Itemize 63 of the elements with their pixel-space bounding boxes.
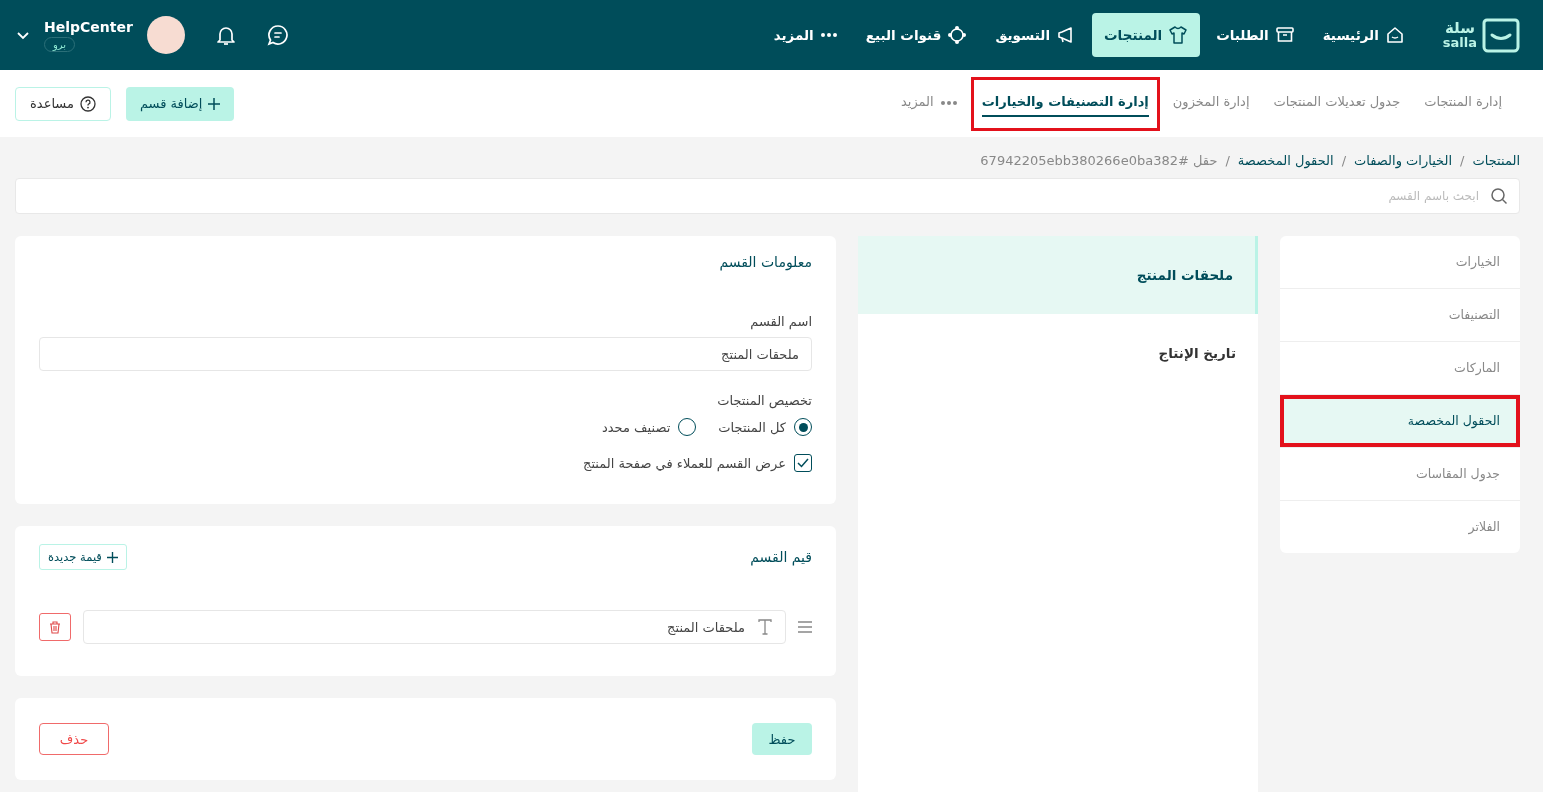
card-title: معلومات القسم — [718, 254, 812, 270]
checkbox[interactable] — [794, 454, 812, 472]
breadcrumb-separator: / — [1341, 153, 1347, 168]
checkbox-label: عرض القسم للعملاء في صفحة المنتج — [583, 455, 786, 471]
shirt-icon — [1168, 25, 1189, 45]
nav-item[interactable]: قنوات البيع — [853, 13, 980, 57]
delete-value-button[interactable] — [39, 613, 71, 641]
tab[interactable]: المزيد — [889, 76, 969, 131]
radio-label: تصنيف محدد — [602, 419, 671, 435]
avatar[interactable] — [146, 16, 185, 54]
search-field[interactable]: ابحث باسم القسم — [15, 178, 1520, 214]
breadcrumb-separator: / — [1460, 153, 1465, 168]
sidebar-item[interactable]: التصنيفات — [1280, 289, 1520, 342]
house-icon — [1384, 25, 1405, 45]
add-section-button[interactable]: إضافة قسم — [125, 86, 235, 121]
nav-item[interactable]: الرئيسية — [1310, 13, 1417, 57]
tab[interactable]: إدارة التصنيفات والخيارات — [970, 76, 1160, 131]
dots-icon — [819, 32, 838, 38]
logo-text: salla — [1442, 36, 1477, 49]
save-button[interactable]: حفظ — [752, 723, 812, 755]
plus-icon — [208, 97, 221, 110]
breadcrumb-link[interactable]: الحقول المخصصة — [1237, 153, 1334, 168]
nav-item[interactable]: الطلبات — [1204, 13, 1307, 57]
delete-button[interactable]: حذف — [39, 723, 109, 755]
sidebar-item[interactable]: جدول المقاسات — [1280, 448, 1520, 501]
drag-handle-icon[interactable] — [798, 621, 812, 633]
sidebar-item[interactable]: الحقول المخصصة — [1280, 395, 1520, 448]
dots-icon — [939, 100, 958, 106]
nav-item[interactable]: المنتجات — [1092, 13, 1201, 57]
tab[interactable]: إدارة المنتجات — [1413, 76, 1513, 131]
breadcrumb-current: حقل #67942205ebb380266e0ba382 — [980, 153, 1218, 168]
plus-icon — [106, 551, 118, 563]
breadcrumb-link[interactable]: المنتجات — [1472, 153, 1520, 168]
help-icon — [79, 95, 96, 112]
field-label: تخصيص المنتجات — [716, 393, 812, 408]
nav-item[interactable]: المزيد — [761, 13, 850, 57]
box-icon — [1274, 25, 1295, 45]
section-item[interactable]: تاريخ الإنتاج — [858, 314, 1258, 392]
smile-bag-icon — [1481, 16, 1521, 54]
bell-icon[interactable] — [214, 24, 237, 46]
tab[interactable]: إدارة المخزون — [1161, 76, 1261, 131]
nav-item[interactable]: التسويق — [983, 13, 1089, 57]
tab[interactable]: جدول تعديلات المنتجات — [1262, 76, 1412, 131]
help-button[interactable]: مساعدة — [15, 86, 111, 121]
field-label: اسم القسم — [749, 314, 812, 329]
new-value-button[interactable]: قيمة جديدة — [39, 544, 127, 570]
sidebar-item[interactable]: الفلاتر — [1280, 501, 1520, 553]
logo-text: سلة — [1444, 21, 1475, 36]
text-type-icon — [758, 619, 772, 635]
sidebar-item[interactable]: الخيارات — [1280, 236, 1520, 289]
user-name: HelpCenter — [44, 18, 133, 35]
breadcrumb-link[interactable]: الخيارات والصفات — [1354, 153, 1453, 168]
chat-icon[interactable] — [266, 24, 289, 46]
chevron-down-icon[interactable] — [16, 30, 30, 40]
section-item[interactable]: ملحقات المنتج — [858, 236, 1258, 314]
card-title: قيم القسم — [750, 549, 812, 565]
search-icon — [1490, 187, 1508, 205]
trash-icon — [49, 620, 61, 634]
network-icon — [947, 25, 968, 45]
radio-label: كل المنتجات — [718, 419, 786, 435]
breadcrumb-separator: / — [1225, 153, 1230, 168]
input-field[interactable]: ملحقات المنتج — [39, 337, 812, 371]
value-field[interactable]: ملحقات المنتج — [83, 610, 786, 644]
